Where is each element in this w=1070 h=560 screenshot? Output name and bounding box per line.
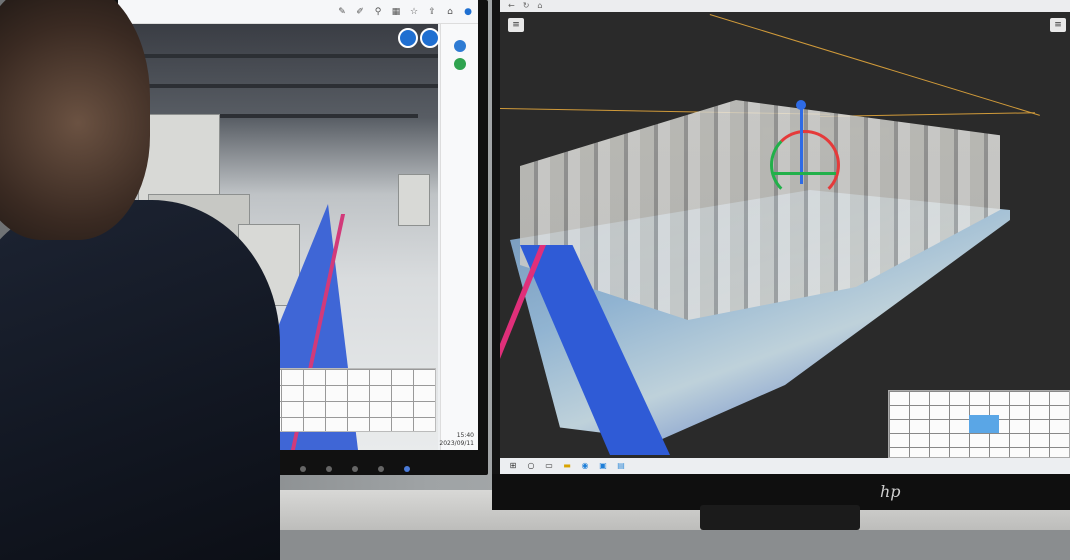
bookmark-icon[interactable]: ⌂ [444,6,456,18]
explorer-icon[interactable]: ▬ [562,461,572,471]
sync-icon[interactable] [398,28,418,48]
clock-date: 2023/09/11 [439,440,474,447]
rail-icon[interactable] [454,58,466,70]
bounding-box-edge [709,14,1040,116]
hp-logo: hp [880,482,901,501]
edit-icon[interactable]: ✎ [336,6,348,18]
back-icon[interactable]: ← [508,0,515,12]
ceiling-beam [138,84,438,88]
monitor-button[interactable] [326,466,332,472]
menu-icon[interactable]: ≡ [1050,18,1066,32]
home-icon[interactable]: ⌂ [537,0,542,12]
floorplan-minimap[interactable] [888,390,1070,458]
edge-icon[interactable]: ◉ [580,461,590,471]
link-icon[interactable]: ⚲ [372,6,384,18]
person-shoulder [0,200,280,560]
windows-icon[interactable]: ⊞ [508,461,518,471]
clock-time: 15:40 [456,432,474,439]
rotate-gizmo[interactable] [770,130,840,200]
profile-icon[interactable]: ● [462,6,474,18]
monitor-button[interactable] [378,466,384,472]
monitor-button[interactable] [300,466,306,472]
star-icon[interactable]: ☆ [408,6,420,18]
monitor-stand [700,505,860,530]
gizmo-x-axis[interactable] [772,172,836,175]
photos-icon[interactable]: ▤ [616,461,626,471]
ceiling-beam [118,54,438,58]
power-led [404,466,410,472]
share-icon[interactable]: ⇪ [426,6,438,18]
windows-taskbar: ⊞ ○ ▭ ▬ ◉ ▣ ▤ [500,458,1070,474]
machine [398,174,430,226]
grid-icon[interactable]: ▦ [390,6,402,18]
left-footer: 15:40 2023/09/11 [439,432,474,448]
menu-icon[interactable]: ≡ [508,18,524,32]
point-cloud-viewer[interactable]: ← ↻ ⌂ ≡ ≡ [500,0,1070,458]
left-toolbar: ✎ ✐ ⚲ ▦ ☆ ⇪ ⌂ ● [118,0,478,24]
search-icon[interactable]: ○ [526,461,536,471]
current-area-highlight [969,415,999,433]
monitor-button[interactable] [352,466,358,472]
gizmo-handle[interactable] [796,100,806,110]
floorplan-minimap[interactable] [258,368,436,432]
app-icon[interactable]: ▣ [598,461,608,471]
user-avatar-icon[interactable] [420,28,440,48]
rail-icon[interactable] [454,40,466,52]
browser-nav-bar: ← ↻ ⌂ [500,0,1070,12]
left-side-rail [440,24,478,450]
taskview-icon[interactable]: ▭ [544,461,554,471]
person-head [0,0,150,240]
monitor-buttons [300,466,410,472]
pen-icon[interactable]: ✐ [354,6,366,18]
reload-icon[interactable]: ↻ [523,0,530,12]
